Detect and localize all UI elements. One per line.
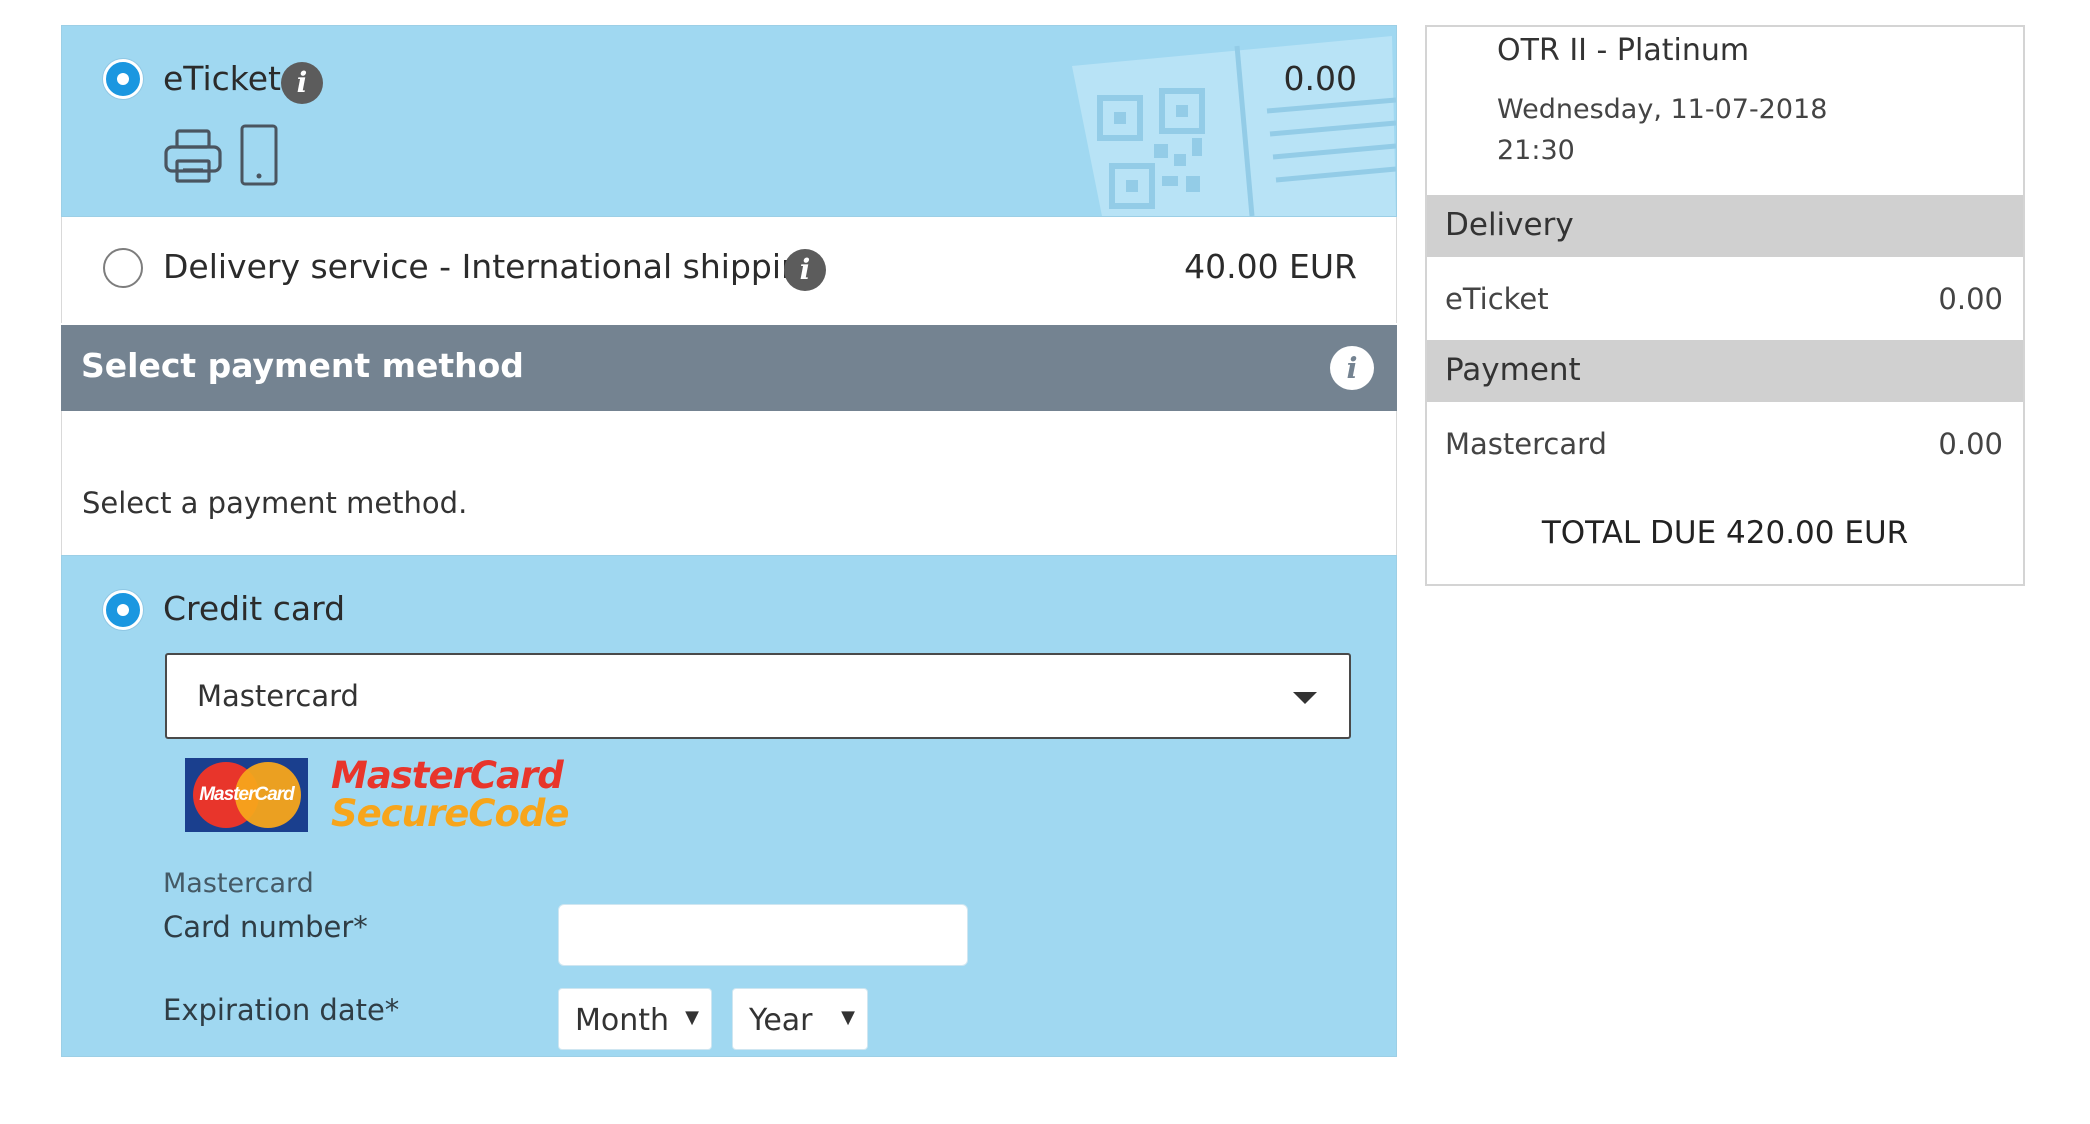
card-type-select[interactable]: Mastercard (165, 653, 1351, 739)
payment-instruction-box: Select a payment method. (61, 411, 1397, 555)
card-number-label: Card number* (163, 910, 368, 944)
eticket-option[interactable]: eTicket i 0.00 (61, 25, 1397, 217)
delivery-service-price: 40.00 EUR (1184, 247, 1357, 286)
expiration-date-label: Expiration date* (163, 993, 400, 1027)
summary-payment-title: Payment (1445, 352, 1581, 388)
ticket-watermark-icon (1072, 36, 1396, 216)
year-value: Year (749, 1003, 813, 1038)
card-brand-label: Mastercard (163, 868, 314, 899)
eticket-label: eTicket (163, 59, 281, 98)
delivery-service-label: Delivery service - International shippin… (163, 247, 823, 286)
summary-delivery-item: eTicket (1445, 282, 1549, 316)
mastercard-badge-text: MasterCard (199, 784, 295, 805)
eticket-info-icon[interactable]: i (281, 62, 323, 104)
payment-instruction: Select a payment method. (82, 486, 468, 520)
credit-card-option[interactable]: Credit card Mastercard MasterCard Master… (61, 555, 1397, 1057)
month-value: Month (575, 1003, 670, 1038)
summary-delivery-title: Delivery (1445, 207, 1574, 243)
delivery-service-option[interactable]: Delivery service - International shippin… (61, 217, 1397, 323)
summary-delivery-price: 0.00 (1938, 282, 2003, 316)
delivery-payment-panel: eTicket i 0.00 Delivery service - Intern… (61, 25, 1397, 1057)
card-type-value: Mastercard (197, 679, 359, 713)
chevron-down-icon: ▼ (841, 1007, 855, 1028)
chevron-down-icon (1293, 692, 1317, 704)
card-number-input[interactable] (558, 904, 968, 966)
event-date: Wednesday, 11-07-2018 (1497, 94, 1828, 125)
mastercard-securecode-logo: MasterCard MasterCard SecureCode (185, 754, 570, 835)
securecode-logo-text: SecureCode (331, 792, 570, 835)
summary-payment-price: 0.00 (1938, 427, 2003, 461)
summary-payment-item: Mastercard (1445, 427, 1607, 461)
order-summary: OTR II - Platinum Wednesday, 11-07-2018 … (1425, 25, 2025, 586)
mastercard-badge: MasterCard (185, 758, 308, 832)
delivery-service-radio[interactable] (103, 248, 143, 288)
printer-icon (164, 129, 222, 183)
credit-card-radio[interactable] (103, 590, 143, 630)
credit-card-label: Credit card (163, 589, 346, 628)
summary-total: TOTAL DUE 420.00 EUR (1541, 515, 1909, 551)
payment-info-icon[interactable]: i (1330, 346, 1374, 390)
summary-payment-header: Payment (1427, 340, 2023, 402)
smartphone-icon (240, 124, 278, 186)
chevron-down-icon: ▼ (685, 1007, 699, 1028)
mastercard-logo-text: MasterCard (331, 754, 564, 797)
summary-delivery-header: Delivery (1427, 195, 2023, 257)
payment-method-title: Select payment method (81, 346, 524, 385)
expiration-month-select[interactable]: Month ▼ (558, 988, 712, 1050)
payment-method-header: Select payment method i (61, 325, 1397, 411)
event-title: OTR II - Platinum (1497, 33, 1750, 68)
eticket-price: 0.00 (1283, 59, 1357, 98)
event-time: 21:30 (1497, 135, 1575, 166)
delivery-service-info-icon[interactable]: i (784, 249, 826, 291)
expiration-year-select[interactable]: Year ▼ (732, 988, 868, 1050)
eticket-radio[interactable] (103, 59, 143, 99)
